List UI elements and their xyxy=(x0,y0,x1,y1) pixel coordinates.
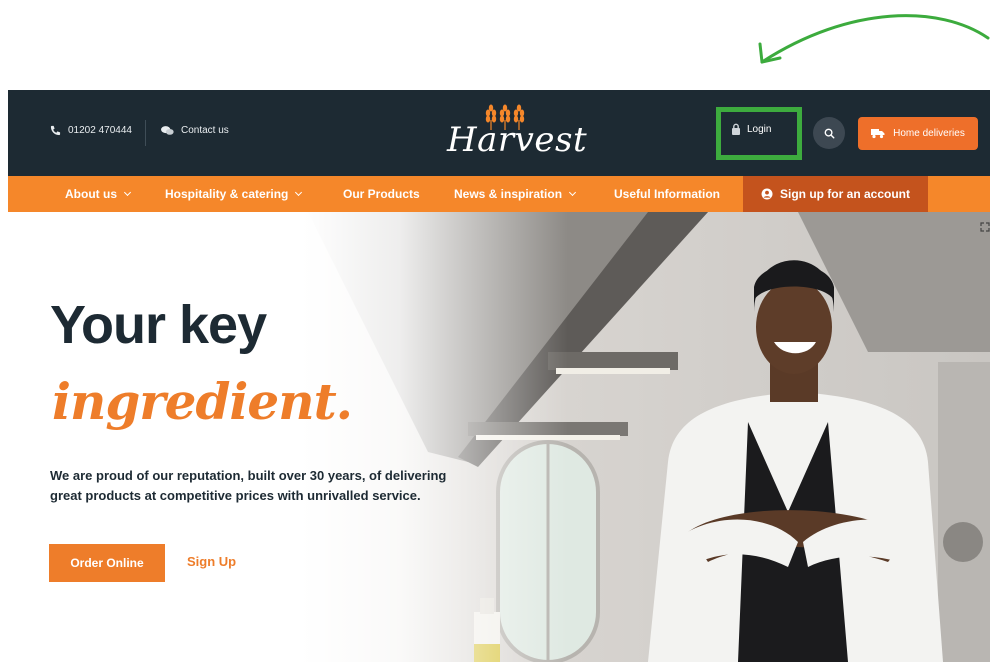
nav-item-hospitality[interactable]: Hospitality & catering xyxy=(165,187,303,201)
home-deliveries-label: Home deliveries xyxy=(893,128,965,139)
divider xyxy=(145,120,146,146)
signup-account-button[interactable]: Sign up for an account xyxy=(743,176,928,212)
signup-link[interactable]: Sign Up xyxy=(187,554,236,569)
nav-item-news[interactable]: News & inspiration xyxy=(454,187,577,201)
phone-number: 01202 470444 xyxy=(68,125,132,136)
hero-fade-overlay xyxy=(8,212,568,662)
nav-item-label: Useful Information xyxy=(614,187,721,201)
search-icon xyxy=(824,128,834,138)
hero-banner: Your key ingredient. We are proud of our… xyxy=(8,212,990,662)
hero-script-headline: ingredient. xyxy=(52,372,353,431)
order-online-button[interactable]: Order Online xyxy=(49,544,165,582)
home-deliveries-button[interactable]: Home deliveries xyxy=(858,117,978,150)
phone-link[interactable]: 01202 470444 xyxy=(50,125,132,136)
chevron-down-icon xyxy=(295,188,303,197)
nav-item-useful-information[interactable]: Useful Information xyxy=(614,187,720,201)
search-button[interactable] xyxy=(813,117,845,149)
page: 01202 470444 Contact us Harvest Login Ho… xyxy=(0,0,990,662)
chevron-down-icon xyxy=(568,188,577,197)
login-button[interactable]: Login xyxy=(731,123,771,135)
logo-text: Harvest xyxy=(447,120,588,160)
header-topbar: 01202 470444 Contact us Harvest Login Ho… xyxy=(8,90,990,176)
truck-icon xyxy=(871,129,885,139)
signup-account-label: Sign up for an account xyxy=(779,187,910,201)
lock-icon xyxy=(732,123,740,135)
nav-item-label: Our Products xyxy=(343,187,420,201)
nav-item-label: About us xyxy=(65,187,117,201)
hero-description: We are proud of our reputation, built ov… xyxy=(50,468,447,503)
annotation-arrow-icon xyxy=(758,14,990,64)
chevron-down-icon xyxy=(123,188,132,197)
chat-icon xyxy=(161,126,174,135)
phone-icon xyxy=(50,125,61,136)
nav-item-our-products[interactable]: Our Products xyxy=(343,187,420,201)
contact-label: Contact us xyxy=(181,125,229,136)
nav-item-about-us[interactable]: About us xyxy=(65,187,132,201)
contact-link[interactable]: Contact us xyxy=(161,125,229,136)
user-icon xyxy=(761,188,773,200)
harvest-logo[interactable]: Harvest xyxy=(445,100,587,166)
nav-item-label: News & inspiration xyxy=(454,187,563,201)
nav-item-label: Hospitality & catering xyxy=(165,187,289,201)
main-nav: About us Hospitality & catering Our Prod… xyxy=(8,176,990,212)
hero-headline: Your key xyxy=(50,295,267,355)
expand-icon[interactable] xyxy=(980,222,990,232)
login-label: Login xyxy=(747,123,772,135)
